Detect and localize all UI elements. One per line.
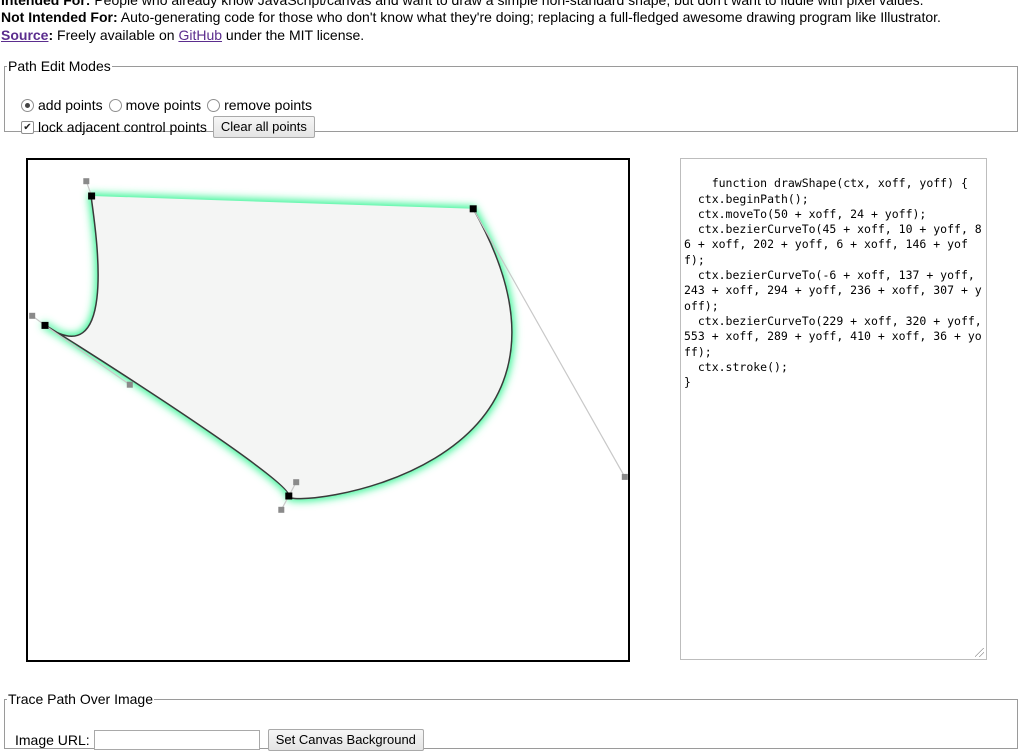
source-line: Source: Freely available on GitHub under… [1,26,364,44]
set-canvas-background-button[interactable]: Set Canvas Background [267,729,424,751]
github-link[interactable]: GitHub [178,27,222,43]
image-url-label: Image URL: [15,732,90,748]
page: Intended For: People who already know Ja… [0,0,1024,752]
path-edit-modes-legend: Path Edit Modes [8,58,111,74]
generated-code-textarea[interactable]: function drawShape(ctx, xoff, yoff) { ct… [680,158,987,660]
control-point-handle [126,381,133,388]
generated-code-text: function drawShape(ctx, xoff, yoff) { ct… [684,176,982,390]
source-text-2: under the MIT license. [225,27,365,43]
trace-path-legend: Trace Path Over Image [8,691,153,707]
source-link[interactable]: Source [1,27,48,43]
control-point-handle [29,312,36,319]
control-point-handle [293,479,300,486]
control-point-handle [621,473,628,480]
intended-for-label: Intended For: [1,0,91,8]
source-colon: : [48,27,54,43]
lock-control-points-checkbox[interactable]: ✔ [21,120,34,134]
image-url-row: Image URL: Set Canvas Background [15,729,424,751]
add-points-radio[interactable] [21,98,34,112]
move-points-radio[interactable] [108,98,122,112]
anchor-point-handle[interactable] [285,492,293,500]
not-intended-for-text: Auto-generating code for those who don't… [120,9,941,25]
lock-row: ✔ lock adjacent control points Clear all… [19,116,315,138]
add-points-label: add points [38,97,103,113]
remove-points-label: remove points [224,97,313,113]
not-intended-for-label: Not Intended For: [1,9,118,25]
image-url-input[interactable] [93,730,260,750]
move-points-label: move points [125,97,202,113]
source-text-1: Freely available on [57,27,175,43]
resize-grip-icon[interactable] [975,648,984,657]
intended-for-text: People who already know JavaScript/canva… [94,0,924,8]
control-point-handle [278,506,285,513]
not-intended-for-line: Not Intended For: Auto-generating code f… [1,8,941,26]
anchor-point-handle[interactable] [469,205,477,213]
anchor-point-handle[interactable] [88,192,96,200]
anchor-point-handle[interactable] [41,321,49,329]
drawing-canvas[interactable] [26,158,630,662]
path-edit-modes-fieldset: Path Edit Modes add points move points r… [4,58,1018,138]
lock-control-points-label: lock adjacent control points [38,119,207,135]
mode-radio-group: add points move points remove points [19,97,316,113]
remove-points-radio[interactable] [207,98,221,112]
canvas-drawing [29,178,628,513]
clear-all-points-button[interactable]: Clear all points [212,116,315,138]
trace-path-fieldset: Trace Path Over Image Image URL: Set Can… [4,691,1018,751]
control-point-handle [83,178,90,185]
